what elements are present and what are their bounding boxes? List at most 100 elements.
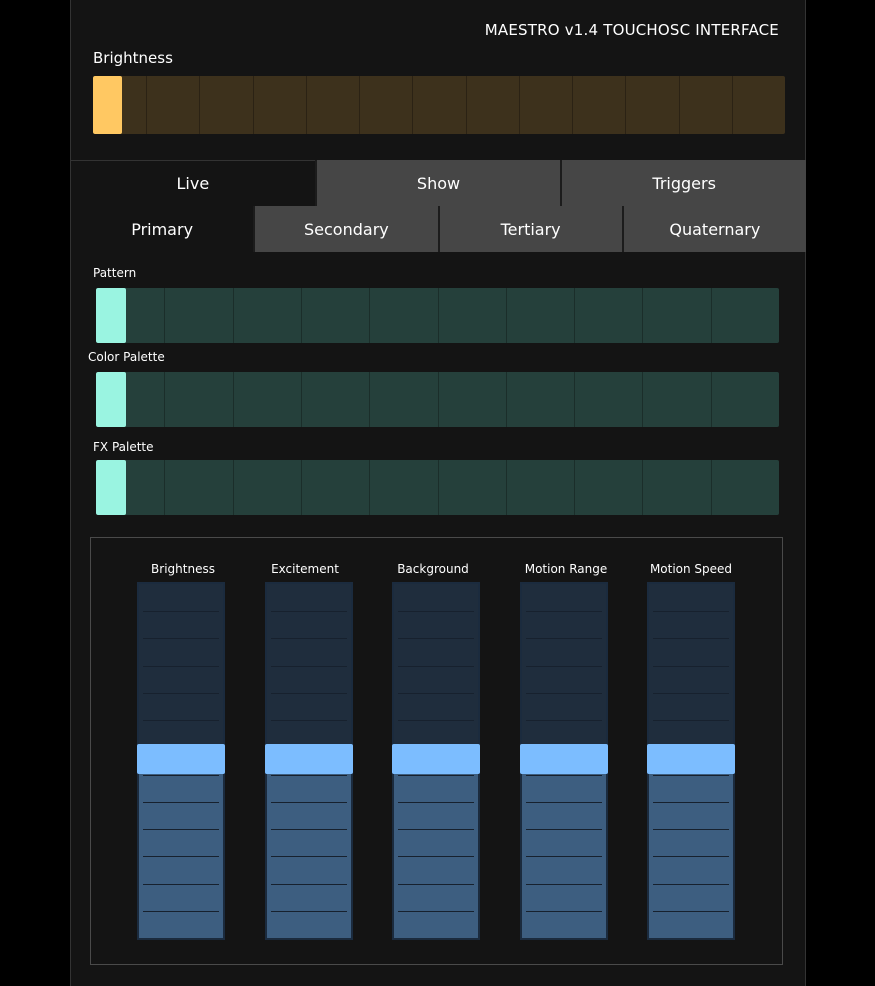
fader-motion-speed[interactable] — [647, 582, 735, 940]
slider-segment-divider — [642, 372, 643, 427]
fader-label-excitement: Excitement — [271, 562, 339, 576]
fader-tick — [398, 802, 474, 803]
slider-segment-divider — [301, 372, 302, 427]
tab-primary[interactable]: Primary — [71, 206, 254, 252]
slider-segment-divider — [233, 288, 234, 343]
color-palette-selector-handle[interactable] — [96, 372, 126, 427]
tab-show[interactable]: Show — [314, 160, 561, 206]
fader-tick — [143, 720, 219, 721]
fader-tick — [526, 911, 602, 912]
fader-background[interactable] — [392, 582, 480, 940]
slider-segment-divider — [506, 372, 507, 427]
fader-tick — [143, 911, 219, 912]
pattern-selector[interactable] — [96, 288, 779, 343]
fader-tick — [271, 638, 347, 639]
fader-tick — [653, 829, 729, 830]
fader-tick — [653, 638, 729, 639]
tab-live[interactable]: Live — [71, 160, 315, 206]
slider-segment-divider — [306, 76, 307, 134]
fader-tick — [526, 775, 602, 776]
slider-segment-divider — [253, 76, 254, 134]
fader-tick — [271, 856, 347, 857]
fader-label-background: Background — [397, 562, 469, 576]
fader-label-brightness: Brightness — [151, 562, 215, 576]
slider-segment-divider — [233, 372, 234, 427]
fader-tick — [271, 775, 347, 776]
color-palette-selector[interactable] — [96, 372, 779, 427]
fader-tick — [653, 611, 729, 612]
fader-tick — [526, 611, 602, 612]
fader-tick — [398, 666, 474, 667]
slider-segment-divider — [642, 288, 643, 343]
fader-tick — [271, 829, 347, 830]
fader-tick — [143, 802, 219, 803]
tab-quaternary[interactable]: Quaternary — [621, 206, 806, 252]
brightness-label: Brightness — [93, 49, 173, 67]
slider-segment-divider — [164, 288, 165, 343]
pattern-selector-handle[interactable] — [96, 288, 126, 343]
fader-motion-range[interactable] — [520, 582, 608, 940]
fader-tick — [526, 829, 602, 830]
fader-tick — [398, 829, 474, 830]
slider-segment-divider — [711, 372, 712, 427]
tab-tertiary[interactable]: Tertiary — [437, 206, 622, 252]
fader-thumb[interactable] — [137, 744, 225, 774]
master-brightness-slider[interactable] — [93, 76, 785, 134]
fader-tick — [653, 802, 729, 803]
fader-tick — [398, 720, 474, 721]
fader-tick — [398, 775, 474, 776]
main-tab-bar: Live Show Triggers — [71, 160, 807, 206]
slider-segment-divider — [572, 76, 573, 134]
slider-segment-divider — [642, 460, 643, 515]
slider-segment-divider — [301, 460, 302, 515]
tab-secondary[interactable]: Secondary — [253, 206, 438, 252]
fader-tick — [398, 911, 474, 912]
slider-segment-divider — [438, 372, 439, 427]
slider-segment-divider — [519, 76, 520, 134]
slider-segment-divider — [369, 372, 370, 427]
fader-tick — [526, 720, 602, 721]
fader-thumb[interactable] — [647, 744, 735, 774]
slider-segment-divider — [506, 288, 507, 343]
fader-tick — [526, 856, 602, 857]
fader-tick — [526, 638, 602, 639]
slider-segment-divider — [301, 288, 302, 343]
fader-brightness[interactable] — [137, 582, 225, 940]
slider-segment-divider — [164, 460, 165, 515]
fader-tick — [653, 856, 729, 857]
slider-segment-divider — [359, 76, 360, 134]
slider-segment-divider — [369, 460, 370, 515]
fader-tick — [653, 666, 729, 667]
brightness-slider-handle[interactable] — [93, 76, 122, 134]
slider-segment-divider — [369, 288, 370, 343]
fader-tick — [653, 693, 729, 694]
fader-tick — [653, 911, 729, 912]
fader-thumb[interactable] — [392, 744, 480, 774]
fader-tick — [143, 884, 219, 885]
slider-segment-divider — [625, 76, 626, 134]
fx-palette-selector[interactable] — [96, 460, 779, 515]
fader-tick — [398, 693, 474, 694]
fader-tick — [398, 638, 474, 639]
fader-tick — [653, 884, 729, 885]
slider-segment-divider — [711, 460, 712, 515]
fader-thumb[interactable] — [265, 744, 353, 774]
fader-tick — [526, 802, 602, 803]
slider-segment-divider — [711, 288, 712, 343]
section-tab-bar: Primary Secondary Tertiary Quaternary — [71, 206, 806, 252]
fader-tick — [271, 802, 347, 803]
tab-triggers[interactable]: Triggers — [560, 160, 807, 206]
fader-tick — [653, 775, 729, 776]
fader-thumb[interactable] — [520, 744, 608, 774]
slider-segment-divider — [506, 460, 507, 515]
fader-tick — [271, 911, 347, 912]
fx-palette-label: FX Palette — [93, 440, 154, 454]
fader-excitement[interactable] — [265, 582, 353, 940]
fader-tick — [271, 666, 347, 667]
pattern-label: Pattern — [93, 266, 137, 280]
fader-tick — [398, 884, 474, 885]
fader-tick — [526, 666, 602, 667]
fx-palette-selector-handle[interactable] — [96, 460, 126, 515]
fader-tick — [143, 666, 219, 667]
fader-tick — [143, 638, 219, 639]
